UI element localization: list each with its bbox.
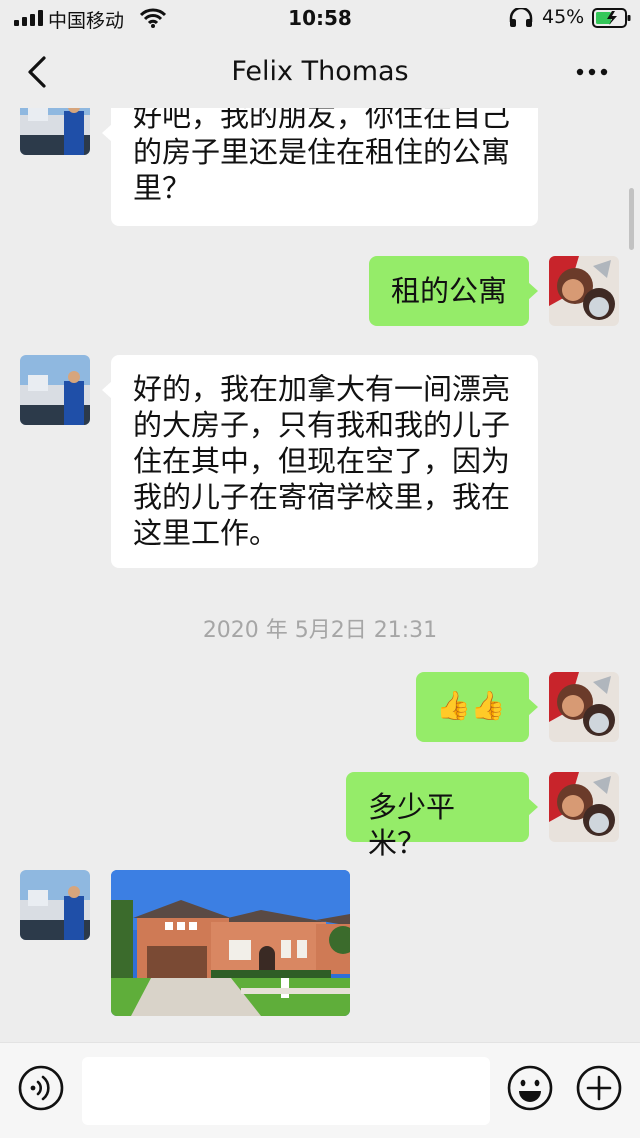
my-avatar[interactable] [549,772,619,842]
scrollbar[interactable] [629,188,634,250]
message-bubble-received[interactable]: 好的，我在加拿大有一间漂亮 的大房子，只有我和我的儿子 住在其中，但现在空了，因… [102,355,538,568]
contact-avatar[interactable] [20,108,90,155]
message-text: 👍👍 [436,689,506,722]
message-input[interactable] [82,1057,490,1125]
battery-icon [592,8,631,28]
message-text: 多少平米？ [368,790,456,860]
house-photo[interactable] [111,870,350,1016]
message-bubble-sent[interactable]: 租的公寓 [369,256,538,326]
contact-name: Felix Thomas [231,56,409,87]
message-timestamp: 2020 年 5月2日 21:31 [202,618,438,643]
emoji-icon[interactable] [507,1065,553,1111]
message-bubble-received[interactable]: 好吧，我的朋友，你住在自己 的房子里还是住在租住的公寓 里？ [102,108,538,226]
more-icon[interactable] [574,58,610,86]
message-text: 好的，我在加拿大有一间漂亮 的大房子，只有我和我的儿子 住在其中，但现在空了，因… [133,372,511,550]
message-text: 租的公寓 [391,274,508,308]
my-avatar[interactable] [549,256,619,326]
input-bar [0,1042,640,1138]
contact-avatar[interactable] [20,355,90,425]
contact-avatar[interactable] [20,870,90,940]
message-list[interactable]: 好吧，我的朋友，你住在自己 的房子里还是住在租住的公寓 里？ 租的公寓 好的，我… [0,108,640,1042]
chat-header: Felix Thomas [0,36,640,108]
message-bubble-sent[interactable]: 多少平米？ [346,772,538,860]
back-icon[interactable] [22,54,54,90]
voice-icon[interactable] [18,1065,64,1111]
message-text: 好吧，我的朋友，你住在自己 的房子里还是住在租住的公寓 里？ [133,108,511,205]
headset-icon [509,8,533,27]
my-avatar[interactable] [549,672,619,742]
plus-icon[interactable] [576,1065,622,1111]
battery-percentage: 45% [542,6,585,28]
message-bubble-sent[interactable]: 👍👍 [416,672,538,742]
status-bar: 中国移动 10:58 45% [0,0,640,36]
